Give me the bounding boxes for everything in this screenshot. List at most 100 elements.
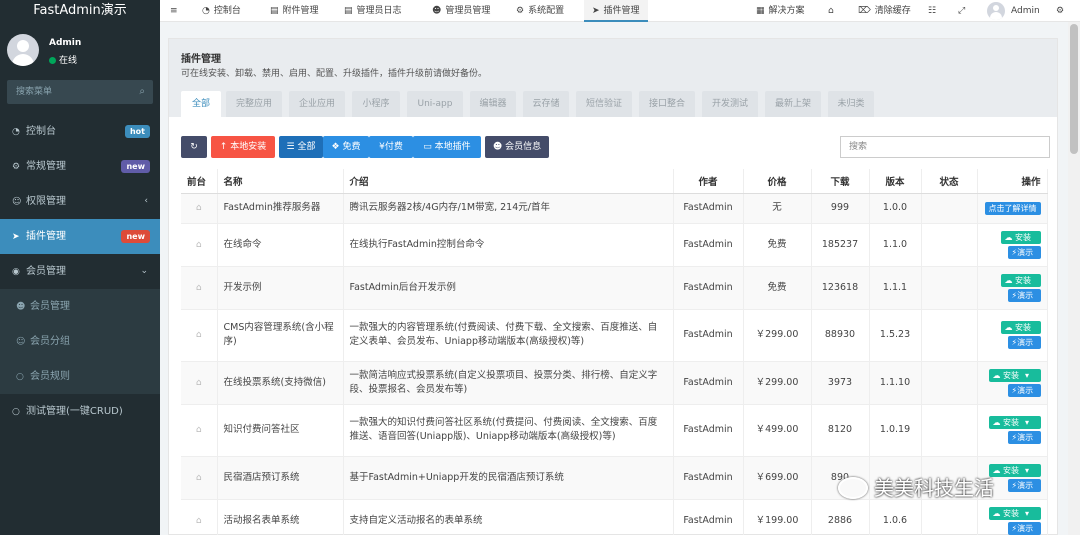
home-icon[interactable]: ⌂ [196, 378, 202, 388]
caret-down-icon[interactable]: ▾ [1025, 416, 1029, 429]
tab-editor[interactable]: 编辑器 [470, 91, 516, 117]
tab-admin-log[interactable]: ▤ 管理员日志 [344, 0, 402, 22]
sidebar-item-member-group[interactable]: ☺ 会员分组 [0, 324, 160, 359]
tab-uniapp[interactable]: Uni-app [407, 91, 463, 117]
scrollbar-thumb[interactable] [1070, 24, 1078, 154]
addon-name[interactable]: CMS内容管理系统(含小程序) [217, 309, 344, 362]
install-button[interactable]: ☁ 安装 ▾ [988, 506, 1041, 520]
addon-author[interactable]: FastAdmin [673, 193, 744, 224]
sidebar-item-member-rule[interactable]: ○ 会员规则 [0, 359, 160, 394]
sidebar-search-input[interactable]: 搜索菜单 ⌕ [7, 80, 153, 104]
fullscreen-icon[interactable]: ⤢ [958, 0, 965, 22]
addon-author[interactable]: FastAdmin [673, 361, 744, 405]
search-icon[interactable]: ⌕ [139, 80, 145, 104]
addon-name[interactable]: 在线投票系统(支持微信) [217, 361, 344, 405]
tab-full-app[interactable]: 完整应用 [226, 91, 282, 117]
column-header[interactable]: 前台 [181, 169, 218, 194]
sidebar-item-member-manage[interactable]: ☻ 会员管理 [0, 289, 160, 324]
addon-name[interactable]: FastAdmin推荐服务器 [217, 193, 344, 224]
column-header[interactable]: 下载 [811, 169, 870, 194]
member-info-button[interactable]: ☻ 会员信息 [485, 136, 549, 158]
filter-all-button[interactable]: ☰ 全部 [279, 136, 323, 158]
home-icon[interactable]: ⌂ [828, 0, 834, 22]
refresh-button[interactable]: ↻ [181, 136, 207, 158]
demo-button[interactable]: ⚡演示 [1007, 245, 1041, 259]
avatar[interactable] [987, 2, 1005, 20]
demo-button[interactable]: ⚡演示 [1007, 288, 1041, 302]
addon-author[interactable]: FastAdmin [673, 309, 744, 362]
column-header[interactable]: 版本 [869, 169, 922, 194]
language-icon[interactable]: ☷ [928, 0, 936, 22]
tab-config[interactable]: ⚙ 系统配置 [516, 0, 564, 22]
column-header[interactable]: 价格 [743, 169, 812, 194]
local-install-button[interactable]: ↑ 本地安装 [211, 136, 275, 158]
caret-down-icon[interactable]: ▾ [1025, 464, 1029, 477]
home-icon[interactable]: ⌂ [196, 240, 202, 250]
tab-newest[interactable]: 最新上架 [765, 91, 821, 117]
filter-local-button[interactable]: ▭ 本地插件 [413, 136, 481, 158]
filter-free-button[interactable]: ❖ 免费 [323, 136, 369, 158]
details-button[interactable]: 点击了解详情 [984, 201, 1041, 215]
tab-admin[interactable]: ☻ 管理员管理 [432, 0, 490, 22]
sidebar-item-member[interactable]: ◉ 会员管理 ⌄ [0, 254, 160, 289]
home-icon[interactable]: ⌂ [196, 425, 202, 435]
column-header[interactable]: 名称 [217, 169, 344, 194]
filter-paid-button[interactable]: ¥付费 [369, 136, 413, 158]
addon-name[interactable]: 民宿酒店预订系统 [217, 456, 344, 500]
tab-miniprogram[interactable]: 小程序 [352, 91, 400, 117]
tab-dashboard[interactable]: ◔ 控制台 [202, 0, 241, 22]
page-scrollbar[interactable] [1068, 22, 1080, 535]
tab-attachment[interactable]: ▤ 附件管理 [270, 0, 319, 22]
tab-all[interactable]: 全部 [181, 91, 221, 117]
demo-button[interactable]: ⚡演示 [1007, 383, 1041, 397]
menu-toggle-icon[interactable]: ≡ [170, 0, 178, 22]
tab-addon[interactable]: ➤ 插件管理 [584, 0, 648, 22]
home-icon[interactable]: ⌂ [196, 473, 202, 483]
demo-button[interactable]: ⚡演示 [1007, 336, 1041, 349]
addon-author[interactable]: FastAdmin [673, 223, 744, 267]
demo-button[interactable]: ⚡演示 [1007, 478, 1041, 492]
addon-name[interactable]: 开发示例 [217, 266, 344, 310]
home-icon[interactable]: ⌂ [196, 283, 202, 293]
addon-name[interactable]: 活动报名表单系统 [217, 499, 344, 535]
sidebar-item-test[interactable]: ○ 测试管理(一键CRUD) [0, 394, 160, 429]
install-button[interactable]: ☁ 安装 ▾ [988, 463, 1041, 477]
install-button[interactable]: ☁ 安装 [1000, 321, 1041, 334]
home-icon[interactable]: ⌂ [196, 203, 202, 213]
addon-author[interactable]: FastAdmin [673, 499, 744, 535]
addon-author[interactable]: FastAdmin [673, 456, 744, 500]
demo-button[interactable]: ⚡演示 [1007, 521, 1041, 535]
addon-name[interactable]: 知识付费问答社区 [217, 404, 344, 457]
install-button[interactable]: ☁ 安装 ▾ [988, 416, 1041, 429]
clear-cache-button[interactable]: ⌦ 清除缓存 [858, 0, 911, 22]
addon-author[interactable]: FastAdmin [673, 266, 744, 310]
column-header[interactable]: 操作 [977, 169, 1048, 194]
tab-api[interactable]: 接口整合 [639, 91, 695, 117]
column-header[interactable]: 状态 [921, 169, 978, 194]
install-button[interactable]: ☁ 安装 ▾ [988, 368, 1041, 382]
home-icon[interactable]: ⌂ [196, 516, 202, 526]
brand-logo[interactable]: FastAdmin演示 [0, 0, 160, 22]
settings-icon[interactable]: ⚙ [1056, 0, 1064, 22]
sidebar-item-dashboard[interactable]: ◔ 控制台 hot [0, 114, 160, 149]
caret-down-icon[interactable]: ▾ [1025, 369, 1029, 382]
sidebar-item-permission[interactable]: ☺ 权限管理 ‹ [0, 184, 160, 219]
tab-dev-test[interactable]: 开发测试 [702, 91, 758, 117]
install-button[interactable]: ☁ 安装 [1000, 273, 1041, 287]
demo-button[interactable]: ⚡演示 [1007, 431, 1041, 444]
caret-down-icon[interactable]: ▾ [1025, 507, 1029, 520]
column-header[interactable]: 作者 [673, 169, 744, 194]
sidebar-item-addon[interactable]: ➤ 插件管理 new [0, 219, 160, 254]
install-button[interactable]: ☁ 安装 [1000, 230, 1041, 244]
solution-link[interactable]: ▦ 解决方案 [756, 0, 805, 22]
search-input[interactable]: 搜索 [840, 136, 1050, 158]
home-icon[interactable]: ⌂ [196, 330, 202, 340]
tab-enterprise[interactable]: 企业应用 [289, 91, 345, 117]
column-header[interactable]: 介绍 [343, 169, 674, 194]
sidebar-item-general[interactable]: ⚙ 常规管理 new [0, 149, 160, 184]
tab-storage[interactable]: 云存储 [523, 91, 569, 117]
tab-sms[interactable]: 短信验证 [576, 91, 632, 117]
addon-name[interactable]: 在线命令 [217, 223, 344, 267]
addon-author[interactable]: FastAdmin [673, 404, 744, 457]
top-user-name[interactable]: Admin [1011, 0, 1040, 22]
